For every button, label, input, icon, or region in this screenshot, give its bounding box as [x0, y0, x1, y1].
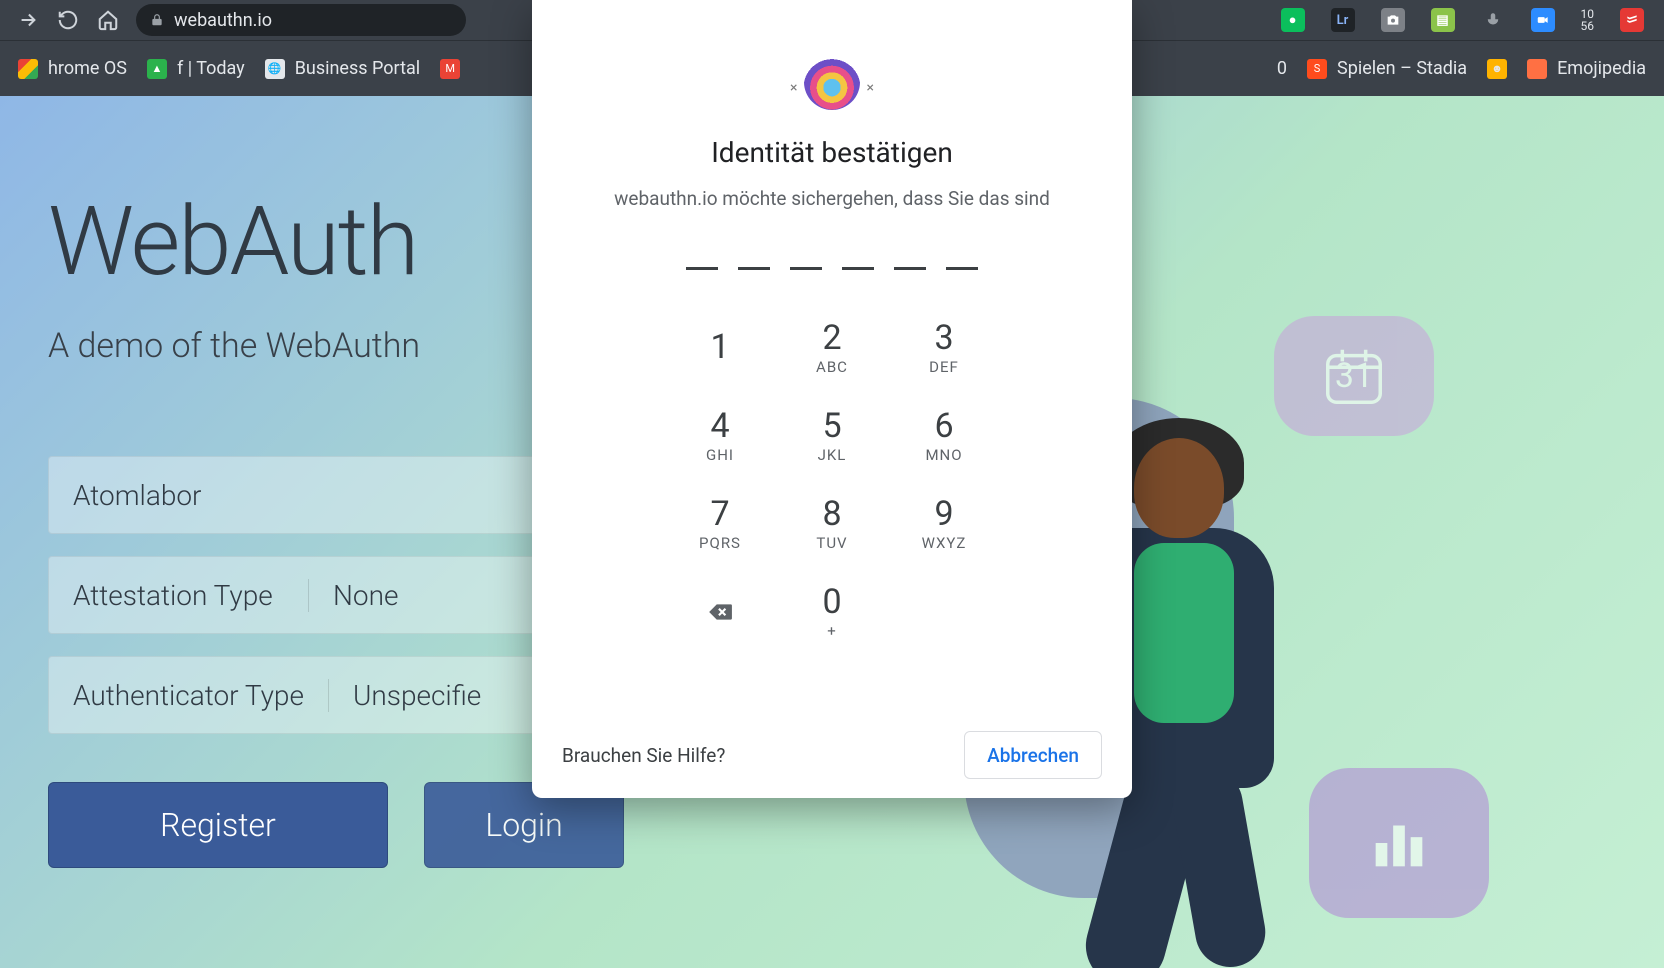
- dialog-title: Identität bestätigen: [572, 136, 1092, 169]
- bookmark-label: Business Portal: [295, 58, 420, 79]
- field-label: Attestation Type: [49, 579, 309, 612]
- chart-tile: [1309, 768, 1489, 918]
- cancel-button[interactable]: Abbrechen: [964, 731, 1102, 779]
- keypad-8[interactable]: 8 TUV: [776, 480, 888, 568]
- pin-slot: [946, 266, 978, 270]
- clock: 1056: [1581, 8, 1595, 32]
- pin-slot: [894, 266, 926, 270]
- keypad-6[interactable]: 6 MNO: [888, 392, 1000, 480]
- keypad-3[interactable]: 3 DEF: [888, 304, 1000, 392]
- calendar-tile: 31: [1274, 316, 1434, 436]
- key-letters: DEF: [929, 358, 959, 376]
- profile-avatar: [804, 54, 860, 110]
- key-digit: 6: [934, 408, 953, 444]
- bookmark-label: f | Today: [177, 58, 245, 79]
- key-letters: JKL: [818, 446, 847, 464]
- home-button[interactable]: [88, 0, 128, 40]
- pin-keypad: 1 2 ABC 3 DEF 4 GHI 5 JKL 6 MNO: [572, 304, 1092, 656]
- register-button[interactable]: Register: [48, 782, 388, 868]
- keypad-backspace[interactable]: [664, 568, 776, 656]
- toolbar-extensions: ● Lr ▤ 1056: [1281, 8, 1645, 32]
- lock-icon: [150, 13, 164, 27]
- url-text: webauthn.io: [174, 10, 272, 31]
- key-digit: 0: [822, 584, 841, 620]
- bookmark-item[interactable]: ☻: [1477, 51, 1517, 87]
- bookmark-business-portal[interactable]: 🌐 Business Portal: [255, 50, 430, 87]
- key-letters: MNO: [925, 446, 962, 464]
- key-digit: 1: [710, 329, 729, 365]
- keypad-0[interactable]: 0 +: [776, 568, 888, 656]
- key-letters: GHI: [706, 446, 734, 464]
- username-value: Atomlabor: [49, 479, 226, 512]
- bookmark-item[interactable]: 0: [1267, 50, 1297, 87]
- keypad-4[interactable]: 4 GHI: [664, 392, 776, 480]
- backspace-icon: [707, 599, 733, 625]
- field-value: None: [309, 579, 422, 612]
- key-digit: 5: [822, 408, 841, 444]
- key-digit: 4: [710, 408, 729, 444]
- chrome-icon: [18, 59, 38, 79]
- bookmark-label: 0: [1277, 58, 1287, 79]
- bookmark-label: hrome OS: [48, 58, 127, 79]
- feedly-icon: ▲: [147, 59, 167, 79]
- field-label: Authenticator Type: [49, 679, 329, 712]
- button-label: Register: [160, 806, 276, 844]
- extension-camera-icon[interactable]: [1381, 8, 1405, 32]
- extension-zoom-icon[interactable]: [1531, 8, 1555, 32]
- bookmark-chromeos[interactable]: hrome OS: [8, 50, 137, 87]
- identity-verify-dialog: Identität bestätigen webauthn.io möchte …: [532, 0, 1132, 798]
- pin-slot: [790, 266, 822, 270]
- microphone-icon[interactable]: [1481, 8, 1505, 32]
- bookmark-feedly[interactable]: ▲ f | Today: [137, 50, 255, 87]
- forward-button[interactable]: [8, 0, 48, 40]
- keypad-1[interactable]: 1: [664, 304, 776, 392]
- bookmark-label: Spielen – Stadia: [1337, 58, 1467, 79]
- key-digit: 8: [822, 496, 841, 532]
- pin-slot: [842, 266, 874, 270]
- bookmark-favicon: ☻: [1487, 59, 1507, 79]
- field-value: Unspecifie: [329, 679, 505, 712]
- keypad-5[interactable]: 5 JKL: [776, 392, 888, 480]
- button-label: Abbrechen: [987, 744, 1079, 767]
- bookmark-emojipedia[interactable]: Emojipedia: [1517, 50, 1656, 87]
- key-digit: 7: [710, 496, 729, 532]
- keypad-7[interactable]: 7 PQRS: [664, 480, 776, 568]
- bookmark-favicon: [1527, 59, 1547, 79]
- pin-slot: [686, 266, 718, 270]
- reload-button[interactable]: [48, 0, 88, 40]
- key-digit: 3: [934, 320, 953, 356]
- gmail-icon: M: [440, 59, 460, 79]
- extension-icon[interactable]: Lr: [1331, 8, 1355, 32]
- key-letters: ABC: [816, 358, 848, 376]
- bookmark-gmail[interactable]: M: [430, 51, 470, 87]
- dialog-subtitle: webauthn.io möchte sichergehen, dass Sie…: [572, 187, 1092, 210]
- extension-icon[interactable]: ●: [1281, 8, 1305, 32]
- stadia-icon: S: [1307, 59, 1327, 79]
- key-digit: 9: [934, 496, 953, 532]
- help-link[interactable]: Brauchen Sie Hilfe?: [562, 744, 725, 767]
- button-label: Login: [485, 806, 562, 844]
- key-letters: WXYZ: [922, 534, 967, 552]
- key-letters: +: [827, 622, 837, 640]
- bookmark-label: Emojipedia: [1557, 58, 1646, 79]
- pin-input[interactable]: [572, 266, 1092, 270]
- keypad-2[interactable]: 2 ABC: [776, 304, 888, 392]
- keypad-9[interactable]: 9 WXYZ: [888, 480, 1000, 568]
- globe-icon: 🌐: [265, 59, 285, 79]
- address-bar[interactable]: webauthn.io: [136, 4, 466, 36]
- key-digit: 2: [822, 320, 841, 356]
- extension-todoist-icon[interactable]: [1620, 8, 1644, 32]
- key-letters: PQRS: [699, 534, 741, 552]
- pin-slot: [738, 266, 770, 270]
- bookmark-stadia[interactable]: S Spielen – Stadia: [1297, 50, 1477, 87]
- key-letters: TUV: [816, 534, 847, 552]
- extension-icon[interactable]: ▤: [1431, 8, 1455, 32]
- calendar-day: 31: [1335, 356, 1373, 396]
